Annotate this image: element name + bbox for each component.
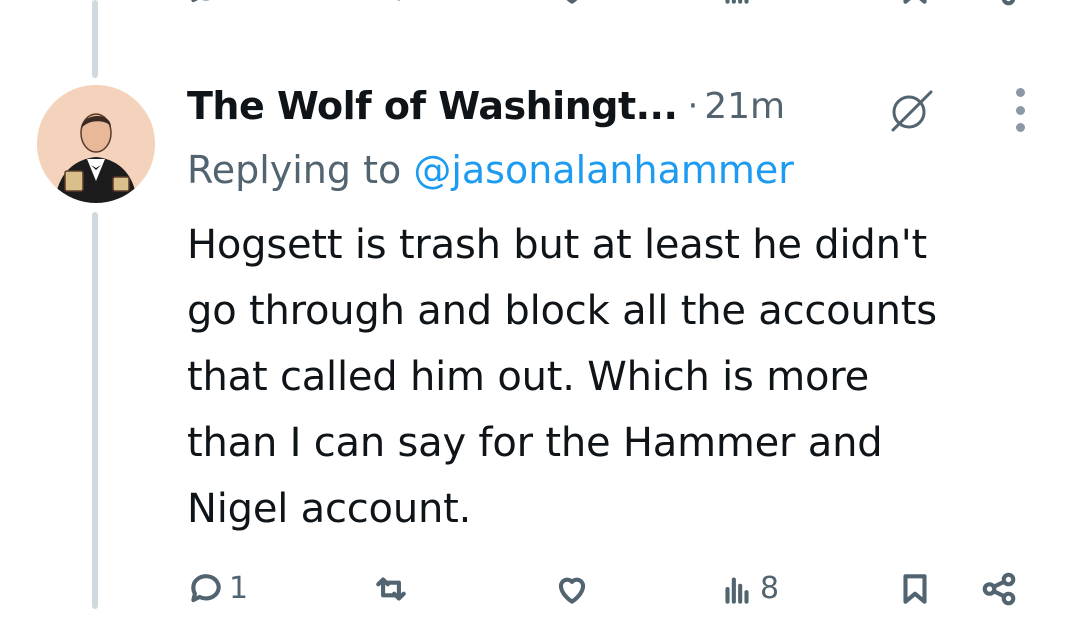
heart-icon [566, 0, 578, 4]
tweet-text: Hogsett is trash but at least he didn't … [187, 222, 937, 532]
bookmark-icon [903, 574, 927, 604]
retweet-count: 5 [414, 0, 433, 4]
like-button[interactable] [553, 570, 595, 608]
views-icon [725, 577, 749, 604]
heart-icon [558, 577, 586, 604]
thread-line [92, 212, 98, 609]
like-button[interactable]: 17 [553, 0, 633, 8]
replying-to: Replying to @jasonalanhammer [187, 148, 794, 192]
reply-icon [191, 574, 221, 603]
retweet-icon [397, 0, 401, 1]
replying-prefix: Replying to [187, 148, 414, 192]
more-dot-icon [1015, 105, 1025, 115]
reply-icon [191, 0, 210, 3]
avatar[interactable] [37, 85, 155, 203]
retweet-button[interactable]: 5 [372, 0, 433, 8]
grok-icon [891, 90, 933, 132]
retweet-icon [376, 577, 406, 601]
bookmark-button[interactable] [896, 0, 934, 8]
bookmark-icon [903, 0, 927, 4]
bookmark-button[interactable] [896, 570, 934, 608]
like-count: 17 [595, 0, 633, 4]
more-options-button[interactable] [1006, 88, 1034, 132]
separator-dot: · [687, 86, 699, 126]
tweet-action-bar: 1 8 [0, 566, 1080, 626]
share-button[interactable] [980, 570, 1018, 608]
views-count: 2K [760, 0, 799, 4]
timestamp[interactable]: 21m [704, 86, 785, 127]
share-button[interactable] [980, 0, 1018, 8]
reply-button[interactable]: 1 [187, 570, 248, 608]
reply-count: 1 [229, 571, 249, 606]
more-dot-icon [1015, 123, 1025, 132]
share-icon [982, 572, 1016, 606]
views-count: 8 [760, 571, 780, 606]
views-button[interactable]: 2K [718, 0, 799, 8]
grok-button[interactable] [885, 84, 937, 136]
previous-tweet-action-bar: 4 5 17 2K [0, 0, 1080, 22]
reply-count: 4 [229, 0, 248, 4]
views-button[interactable]: 8 [718, 570, 779, 608]
retweet-button[interactable] [372, 570, 414, 608]
views-icon [725, 0, 749, 4]
display-name[interactable]: The Wolf of Washingt... [187, 84, 678, 128]
tweet-header: The Wolf of Washingt... · 21m [187, 78, 785, 134]
more-dot-icon [1015, 88, 1025, 97]
replying-handle-link[interactable]: @jasonalanhammer [413, 148, 794, 192]
avatar-image [37, 85, 155, 203]
share-icon [1001, 0, 1016, 6]
reply-button[interactable]: 4 [187, 0, 248, 8]
